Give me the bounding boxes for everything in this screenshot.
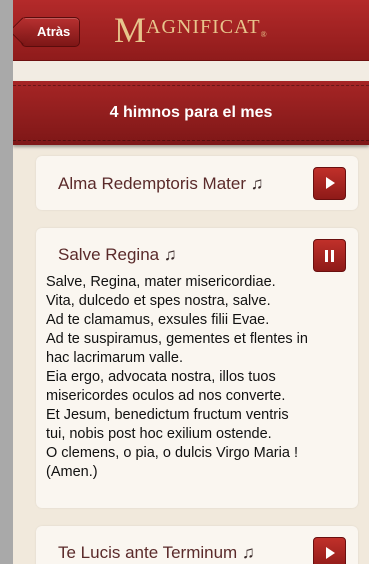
play-button[interactable] <box>313 537 346 564</box>
hymn-card-te-lucis[interactable]: Te Lucis ante Terminum ♫ <box>36 526 358 564</box>
nav-bar: Atràs MAGNIFICAT® <box>13 0 369 61</box>
play-icon <box>326 177 335 189</box>
hymn-lyrics: Salve, Regina, mater misericordiae. Vita… <box>46 274 308 480</box>
hymn-card-alma[interactable]: Alma Redemptoris Mater ♫ <box>36 156 358 210</box>
play-icon <box>326 547 335 559</box>
divider-strip <box>13 61 369 81</box>
music-note-icon: ♫ <box>241 543 255 562</box>
hymn-title: Salve Regina ♫ <box>58 245 177 264</box>
section-header: 4 himnos para el mes <box>13 81 369 145</box>
music-note-icon: ♫ <box>250 174 264 193</box>
magnificat-logo: MAGNIFICAT® <box>114 10 267 50</box>
play-button[interactable] <box>313 167 346 200</box>
hymn-title: Te Lucis ante Terminum ♫ <box>58 543 255 562</box>
pause-icon <box>325 249 337 267</box>
music-note-icon: ♫ <box>163 245 177 264</box>
back-button[interactable]: Atràs <box>21 17 81 47</box>
hymn-card-salve[interactable]: Salve Regina ♫ Salve, Regina, mater mise… <box>36 228 358 508</box>
pause-button[interactable] <box>313 239 346 272</box>
app-screen: Atràs MAGNIFICAT® 4 himnos para el mes A… <box>13 0 369 564</box>
hymn-title: Alma Redemptoris Mater ♫ <box>58 174 264 193</box>
